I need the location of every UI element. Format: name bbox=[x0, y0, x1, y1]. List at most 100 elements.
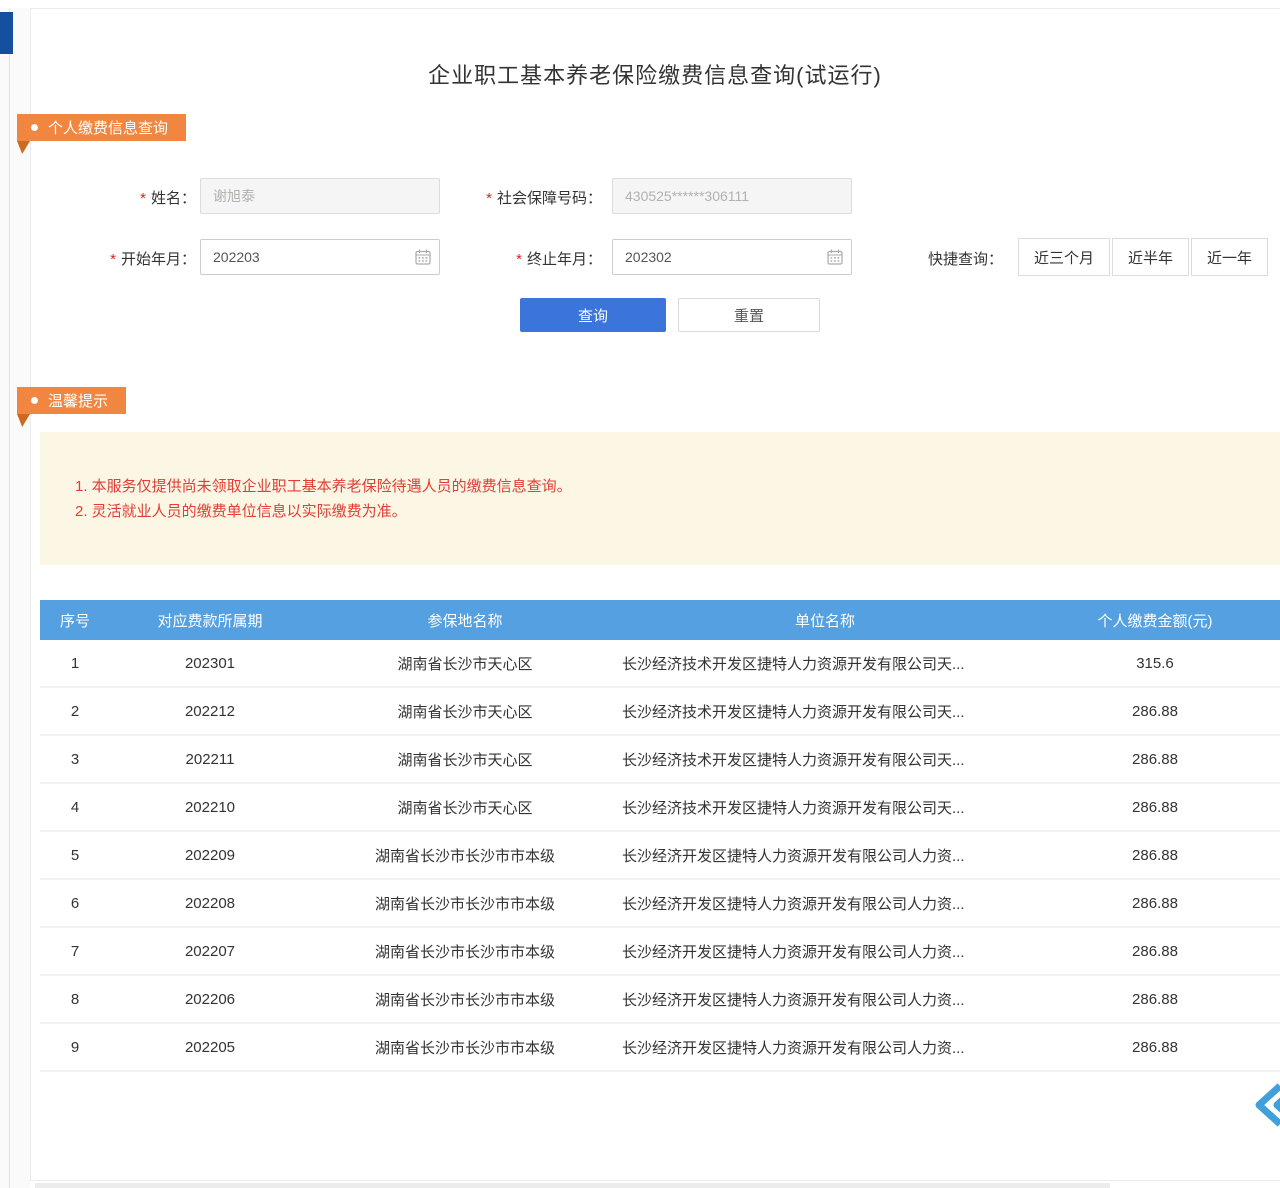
cell-period: 202211 bbox=[110, 736, 310, 782]
left-gutter-divider bbox=[9, 8, 10, 1188]
tips-section-badge-label: 温馨提示 bbox=[48, 390, 108, 411]
bullet-icon bbox=[31, 124, 38, 131]
table-header-cell: 参保地名称 bbox=[310, 600, 620, 640]
cell-period: 202212 bbox=[110, 688, 310, 734]
end-month-label: *终止年月： bbox=[420, 248, 602, 269]
table-row: 8 202206 湖南省长沙市长沙市市本级 长沙经济开发区捷特人力资源开发有限公… bbox=[40, 976, 1280, 1024]
name-label: *姓名： bbox=[40, 187, 196, 208]
page-title: 企业职工基本养老保险缴费信息查询(试运行) bbox=[30, 58, 1280, 90]
cell-employer: 长沙经济开发区捷特人力资源开发有限公司人力资... bbox=[620, 976, 1030, 1022]
table-header-cell: 对应费款所属期 bbox=[110, 600, 310, 640]
ssn-label: *社会保障号码： bbox=[420, 187, 602, 208]
cell-serial: 2 bbox=[40, 688, 110, 734]
bullet-icon bbox=[31, 397, 38, 404]
table-row: 7 202207 湖南省长沙市长沙市市本级 长沙经济开发区捷特人力资源开发有限公… bbox=[40, 928, 1280, 976]
required-mark: * bbox=[140, 190, 146, 207]
cell-area: 湖南省长沙市天心区 bbox=[310, 640, 620, 686]
double-left-chevron-icon[interactable] bbox=[1252, 1082, 1280, 1128]
cell-employer: 长沙经济技术开发区捷特人力资源开发有限公司天... bbox=[620, 688, 1030, 734]
start-month-label: *开始年月： bbox=[40, 248, 196, 269]
cell-amount: 286.88 bbox=[1030, 928, 1280, 974]
tips-section-badge: 温馨提示 bbox=[17, 387, 126, 414]
cell-employer: 长沙经济技术开发区捷特人力资源开发有限公司天... bbox=[620, 736, 1030, 782]
table-header-row: 序号 对应费款所属期 参保地名称 单位名称 个人缴费金额(元) bbox=[40, 600, 1280, 640]
payment-table: 序号 对应费款所属期 参保地名称 单位名称 个人缴费金额(元) 1 202301… bbox=[40, 600, 1280, 1072]
cell-amount: 286.88 bbox=[1030, 976, 1280, 1022]
table-row: 3 202211 湖南省长沙市天心区 长沙经济技术开发区捷特人力资源开发有限公司… bbox=[40, 736, 1280, 784]
table-row: 5 202209 湖南省长沙市长沙市市本级 长沙经济开发区捷特人力资源开发有限公… bbox=[40, 832, 1280, 880]
cell-employer: 长沙经济开发区捷特人力资源开发有限公司人力资... bbox=[620, 880, 1030, 926]
required-mark: * bbox=[110, 251, 116, 268]
cell-period: 202207 bbox=[110, 928, 310, 974]
cell-area: 湖南省长沙市长沙市市本级 bbox=[310, 928, 620, 974]
table-header-cell: 个人缴费金额(元) bbox=[1030, 600, 1280, 640]
cell-employer: 长沙经济开发区捷特人力资源开发有限公司人力资... bbox=[620, 1024, 1030, 1070]
cell-amount: 286.88 bbox=[1030, 688, 1280, 734]
name-input[interactable] bbox=[200, 178, 440, 214]
end-month-input[interactable] bbox=[612, 239, 852, 275]
cell-serial: 1 bbox=[40, 640, 110, 686]
cell-area: 湖南省长沙市天心区 bbox=[310, 784, 620, 830]
calendar-icon[interactable] bbox=[827, 249, 843, 265]
cell-employer: 长沙经济技术开发区捷特人力资源开发有限公司天... bbox=[620, 640, 1030, 686]
quick-query-label: 快捷查询： bbox=[928, 248, 1003, 269]
query-section-badge-label: 个人缴费信息查询 bbox=[48, 117, 168, 138]
ssn-input[interactable] bbox=[612, 178, 852, 214]
cell-amount: 315.6 bbox=[1030, 640, 1280, 686]
query-button[interactable]: 查询 bbox=[520, 298, 666, 332]
left-gutter bbox=[0, 8, 30, 1188]
cell-employer: 长沙经济技术开发区捷特人力资源开发有限公司天... bbox=[620, 784, 1030, 830]
cell-employer: 长沙经济开发区捷特人力资源开发有限公司人力资... bbox=[620, 832, 1030, 878]
cell-amount: 286.88 bbox=[1030, 832, 1280, 878]
table-row: 9 202205 湖南省长沙市长沙市市本级 长沙经济开发区捷特人力资源开发有限公… bbox=[40, 1024, 1280, 1072]
cell-serial: 6 bbox=[40, 880, 110, 926]
cell-serial: 7 bbox=[40, 928, 110, 974]
cell-period: 202208 bbox=[110, 880, 310, 926]
quick-query-3months-button[interactable]: 近三个月 bbox=[1018, 238, 1110, 276]
cell-serial: 4 bbox=[40, 784, 110, 830]
quick-query-group: 近三个月 近半年 近一年 bbox=[1016, 238, 1268, 276]
table-row: 6 202208 湖南省长沙市长沙市市本级 长沙经济开发区捷特人力资源开发有限公… bbox=[40, 880, 1280, 928]
required-mark: * bbox=[486, 190, 492, 207]
cell-serial: 9 bbox=[40, 1024, 110, 1070]
cell-period: 202301 bbox=[110, 640, 310, 686]
cell-amount: 286.88 bbox=[1030, 784, 1280, 830]
cell-period: 202205 bbox=[110, 1024, 310, 1070]
reset-button[interactable]: 重置 bbox=[678, 298, 820, 332]
quick-query-halfyear-button[interactable]: 近半年 bbox=[1112, 238, 1189, 276]
notice-line: 2. 灵活就业人员的缴费单位信息以实际缴费为准。 bbox=[75, 499, 1280, 524]
table-header-cell: 序号 bbox=[40, 600, 110, 640]
required-mark: * bbox=[516, 251, 522, 268]
cell-serial: 3 bbox=[40, 736, 110, 782]
cell-area: 湖南省长沙市天心区 bbox=[310, 688, 620, 734]
query-section-badge: 个人缴费信息查询 bbox=[17, 114, 186, 141]
name-field-wrap bbox=[200, 178, 440, 214]
notice-panel: 1. 本服务仅提供尚未领取企业职工基本养老保险待遇人员的缴费信息查询。 2. 灵… bbox=[40, 432, 1280, 565]
cell-period: 202206 bbox=[110, 976, 310, 1022]
table-row: 4 202210 湖南省长沙市天心区 长沙经济技术开发区捷特人力资源开发有限公司… bbox=[40, 784, 1280, 832]
cell-area: 湖南省长沙市天心区 bbox=[310, 736, 620, 782]
start-month-input[interactable] bbox=[200, 239, 440, 275]
cell-employer: 长沙经济开发区捷特人力资源开发有限公司人力资... bbox=[620, 928, 1030, 974]
cell-serial: 8 bbox=[40, 976, 110, 1022]
cell-amount: 286.88 bbox=[1030, 1024, 1280, 1070]
cell-serial: 5 bbox=[40, 832, 110, 878]
end-month-field-wrap bbox=[612, 239, 852, 275]
cell-area: 湖南省长沙市长沙市市本级 bbox=[310, 1024, 620, 1070]
ssn-field-wrap bbox=[612, 178, 852, 214]
cell-amount: 286.88 bbox=[1030, 736, 1280, 782]
start-month-field-wrap bbox=[200, 239, 440, 275]
side-tab[interactable] bbox=[0, 12, 13, 54]
bottom-edge-strip bbox=[35, 1183, 1110, 1188]
cell-area: 湖南省长沙市长沙市市本级 bbox=[310, 832, 620, 878]
table-header-cell: 单位名称 bbox=[620, 600, 1030, 640]
quick-query-1year-button[interactable]: 近一年 bbox=[1191, 238, 1268, 276]
cell-period: 202210 bbox=[110, 784, 310, 830]
table-row: 2 202212 湖南省长沙市天心区 长沙经济技术开发区捷特人力资源开发有限公司… bbox=[40, 688, 1280, 736]
table-row: 1 202301 湖南省长沙市天心区 长沙经济技术开发区捷特人力资源开发有限公司… bbox=[40, 640, 1280, 688]
cell-period: 202209 bbox=[110, 832, 310, 878]
cell-area: 湖南省长沙市长沙市市本级 bbox=[310, 976, 620, 1022]
cell-area: 湖南省长沙市长沙市市本级 bbox=[310, 880, 620, 926]
notice-line: 1. 本服务仅提供尚未领取企业职工基本养老保险待遇人员的缴费信息查询。 bbox=[75, 474, 1280, 499]
cell-amount: 286.88 bbox=[1030, 880, 1280, 926]
